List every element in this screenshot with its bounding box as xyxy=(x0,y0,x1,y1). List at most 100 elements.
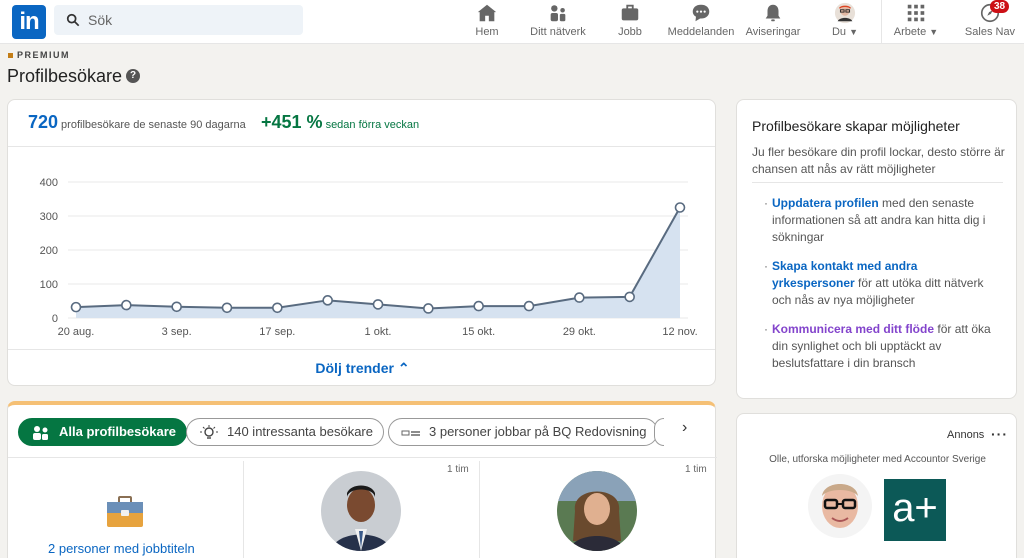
visitor-photo xyxy=(557,471,637,551)
visitor-avatar[interactable] xyxy=(321,471,401,551)
feed-link[interactable]: Kommunicera med ditt flöde xyxy=(772,322,934,336)
data-point[interactable] xyxy=(473,300,484,312)
data-point[interactable] xyxy=(322,295,333,306)
data-point[interactable] xyxy=(523,300,535,312)
data-point[interactable] xyxy=(221,302,233,314)
stats-card: 720 profilbesökare de senaste 90 dagarna … xyxy=(7,99,716,386)
nav-messaging[interactable]: Meddelanden xyxy=(666,2,736,42)
visitor-avatar[interactable] xyxy=(557,471,637,551)
filter-label: Alla profilbesökare xyxy=(59,424,177,439)
nav-label: Ditt nätverk xyxy=(530,26,586,38)
data-point[interactable] xyxy=(121,299,132,311)
data-point[interactable] xyxy=(372,299,384,310)
jobs-title-link[interactable]: 2 personer med jobbtiteln xyxy=(48,541,195,556)
filter-label: 140 intressanta besökare xyxy=(227,424,373,439)
data-point[interactable] xyxy=(70,301,82,313)
nav-label: Arbete ▼ xyxy=(893,26,939,38)
y-tick-label: 0 xyxy=(52,313,58,325)
filter-company[interactable]: 3 personer jobbar på BQ Redovisning xyxy=(388,418,658,446)
visit-time: 1 tim xyxy=(447,464,469,475)
visitors-label: profilbesökare de senaste 90 dagarna xyxy=(61,119,246,131)
nav-divider xyxy=(881,0,882,44)
data-point[interactable] xyxy=(423,303,434,314)
visitors-stat: 720 profilbesökare de senaste 90 dagarna xyxy=(28,112,246,133)
info-title: Profilbesökare skapar möjligheter xyxy=(752,118,960,134)
info-card: Profilbesökare skapar möjligheter Ju fle… xyxy=(736,99,1017,399)
nav-home[interactable]: Hem xyxy=(470,2,504,42)
chart-line xyxy=(75,207,681,310)
visitors-card: Alla profilbesökare 140 intressanta besö… xyxy=(7,401,717,558)
divider xyxy=(8,457,717,458)
filter-interesting[interactable]: 140 intressanta besökare xyxy=(186,418,384,446)
briefcase-icon xyxy=(107,496,143,527)
data-point[interactable] xyxy=(171,301,182,313)
change-value: +451 % xyxy=(261,112,323,132)
briefcase-icon xyxy=(621,4,639,21)
change-label: sedan förra veckan xyxy=(325,119,420,131)
data-point[interactable] xyxy=(674,202,686,213)
x-tick-label: 15 okt. xyxy=(462,326,495,338)
visitors-count: 720 xyxy=(28,112,59,132)
hide-trends-link[interactable]: Dölj trender ⌃ xyxy=(8,360,717,377)
nav-label: Jobb xyxy=(618,26,642,38)
notification-badge: 38 xyxy=(990,0,1010,13)
home-icon xyxy=(477,4,497,22)
list-item: · Skapa kontakt med andra yrkespersoner f… xyxy=(764,258,1002,309)
nav-work[interactable]: Arbete ▼ xyxy=(893,2,939,42)
top-nav: in Sök Hem Ditt nätverk Jobb Meddelanden… xyxy=(0,0,1024,44)
search-icon xyxy=(66,13,80,27)
update-profile-link[interactable]: Uppdatera profilen xyxy=(772,196,879,210)
nav-jobs[interactable]: Jobb xyxy=(612,2,648,42)
x-tick-label: 17 sep. xyxy=(259,326,295,338)
nav-label: Du ▼ xyxy=(831,26,859,38)
ad-label: Annons xyxy=(947,429,985,441)
ad-text: Olle, utforska möjligheter med Accountor… xyxy=(769,454,986,465)
help-icon[interactable]: ? xyxy=(126,69,140,83)
nav-me[interactable]: Du ▼ xyxy=(828,2,862,42)
search-placeholder: Sök xyxy=(88,12,113,28)
divider xyxy=(752,182,1003,183)
bell-icon xyxy=(765,4,781,22)
info-subtitle: Ju fler besökare din profil lockar, dest… xyxy=(752,145,1005,176)
premium-label: PREMIUM xyxy=(8,50,70,60)
bullet: · xyxy=(764,322,768,336)
filter-all-visitors[interactable]: Alla profilbesökare xyxy=(18,418,188,446)
nav-label: Hem xyxy=(475,26,499,38)
more-options-icon[interactable]: ··· xyxy=(991,426,1008,442)
divider xyxy=(8,146,715,147)
accountor-logo[interactable]: a+ xyxy=(884,479,946,541)
filter-more[interactable] xyxy=(654,418,664,446)
list-item: · Kommunicera med ditt flöde för att öka … xyxy=(764,321,1002,372)
hide-trends-label: Dölj trender xyxy=(315,360,394,376)
network-icon xyxy=(550,5,566,22)
info-list: · Uppdatera profilen med den senaste info… xyxy=(764,195,1002,384)
bullet: · xyxy=(764,196,768,210)
people-icon xyxy=(33,425,48,440)
grid-icon xyxy=(907,4,925,22)
column-divider xyxy=(243,461,244,558)
user-avatar xyxy=(808,474,872,538)
premium-text: PREMIUM xyxy=(17,50,70,60)
x-tick-label: 29 okt. xyxy=(563,326,596,338)
chevron-down-icon: ▼ xyxy=(849,27,859,37)
y-tick-label: 200 xyxy=(40,245,58,257)
data-point[interactable] xyxy=(624,291,635,303)
change-stat: +451 % sedan förra veckan xyxy=(261,112,419,133)
chart-svg: 0 100 200 300 400 20 aug. 3 sep. 17 sep. 1 okt. 1… xyxy=(40,177,698,338)
linkedin-logo[interactable]: in xyxy=(12,5,46,39)
visit-time: 1 tim xyxy=(685,464,707,475)
lightbulb-icon xyxy=(200,424,218,439)
column-divider xyxy=(479,461,480,558)
page-title: Profilbesökare xyxy=(7,66,123,86)
chevron-right-icon[interactable]: › xyxy=(682,419,687,437)
ad-card: Annons ··· Olle, utforska möjligheter me… xyxy=(736,413,1017,558)
visitor-photo xyxy=(321,471,401,551)
nav-network[interactable]: Ditt nätverk xyxy=(524,2,592,42)
data-point[interactable] xyxy=(272,302,283,314)
company-logo-icon xyxy=(401,430,420,436)
data-point[interactable] xyxy=(574,292,585,303)
search-input[interactable]: Sök xyxy=(54,5,303,35)
list-item: · Uppdatera profilen med den senaste info… xyxy=(764,195,1002,246)
x-tick-label: 1 okt. xyxy=(365,326,392,338)
nav-notifications[interactable]: Aviseringar xyxy=(744,2,802,42)
